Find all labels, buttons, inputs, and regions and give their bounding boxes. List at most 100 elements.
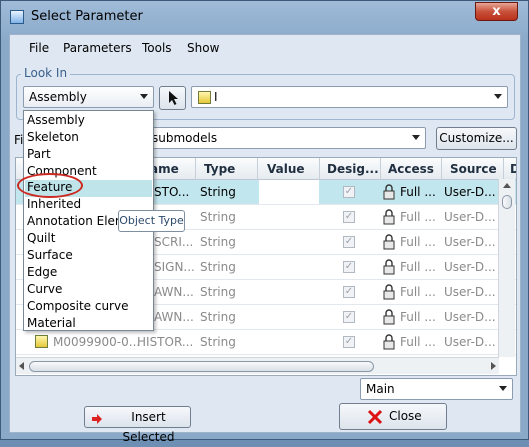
dropdown-item-quilt[interactable]: Quilt [27,231,55,245]
column-source[interactable]: Source [450,162,497,176]
vertical-scroll-thumb[interactable] [502,195,512,209]
lock-icon [383,209,395,225]
insert-arrow-icon [91,411,103,424]
window-close-button[interactable]: x [475,2,518,21]
row-type: String [200,310,236,324]
column-type[interactable]: Type [204,162,235,176]
dropdown-item-annotation-element[interactable]: Annotation Elem [27,214,127,228]
close-button[interactable]: Close [339,403,447,430]
scroll-right-icon[interactable] [491,362,496,370]
row-access: Full ... [400,310,436,324]
object-type-tooltip: Object Type [118,210,185,232]
insert-selected-label: Insert Selected [122,410,175,444]
lock-icon [383,184,395,200]
row-name: AWN... [154,310,194,324]
dropdown-item-material[interactable]: Material [27,316,76,330]
row-access: Full ... [400,235,436,249]
scroll-up-icon[interactable] [503,183,511,188]
app-icon [10,10,24,24]
designate-checkbox[interactable]: ✓ [343,311,355,323]
row-type: String [200,210,236,224]
look-in-label: Look In [21,66,71,80]
chevron-down-icon [412,135,420,140]
column-value[interactable]: Value [267,162,305,176]
designate-checkbox[interactable]: ✓ [343,286,355,298]
designate-checkbox[interactable]: ✓ [343,236,355,248]
dropdown-item-inherited[interactable]: Inherited [27,197,81,211]
dropdown-item-surface[interactable]: Surface [27,248,73,262]
row-access: Full ... [400,260,436,274]
row-source: User-D... [444,310,496,324]
view-select[interactable]: Main [360,378,513,400]
object-type-select[interactable]: Assembly [23,86,154,108]
lock-icon [383,259,395,275]
row-access: Full ... [400,210,436,224]
customize-button[interactable]: Customize... [436,127,517,150]
menu-show[interactable]: Show [187,41,219,55]
title-bar[interactable]: Select Parameter x [1,1,528,33]
row-name: AWN... [154,285,194,299]
designate-checkbox[interactable]: ✓ [343,211,355,223]
lock-icon [383,309,395,325]
row-type: HISTOR... [137,335,194,349]
filter-select[interactable]: submodels [141,127,426,149]
highlight-circle [17,173,83,198]
menu-parameters[interactable]: Parameters [63,41,132,55]
object-type-value: Assembly [29,90,87,104]
filter-value: submodels [152,131,218,145]
horizontal-scrollbar[interactable] [16,357,499,374]
chevron-down-icon [140,94,148,99]
designate-checkbox[interactable]: ✓ [343,336,355,348]
dropdown-item-composite-curve[interactable]: Composite curve [27,299,128,313]
column-name[interactable]: ame [150,162,179,176]
dropdown-item-assembly[interactable]: Assembly [27,113,85,127]
row-type: String [200,185,236,199]
row-source: User-D... [444,185,496,199]
cursor-arrow-icon [169,91,178,105]
dropdown-item-curve[interactable]: Curve [27,282,62,296]
insert-selected-button[interactable]: Insert Selected [84,406,191,444]
row-source: User-D... [444,210,496,224]
row-access: Full ... [400,285,436,299]
row-source: User-D... [444,260,496,274]
row-type: String [200,260,236,274]
part-icon [35,335,48,348]
table-row[interactable]: M0099900-0... HISTOR... String ✓ Full ..… [16,330,516,355]
lock-icon [383,334,395,350]
vertical-scrollbar[interactable] [498,179,515,357]
pick-from-model-button[interactable] [159,86,186,110]
designate-checkbox[interactable]: ✓ [343,261,355,273]
lock-icon [383,284,395,300]
view-select-value: Main [366,382,395,396]
filter-label: Fi [14,133,24,147]
close-label: Close [389,409,422,423]
row-type: String [200,285,236,299]
row-source: User-D... [444,235,496,249]
menu-tools[interactable]: Tools [142,41,172,55]
horizontal-scroll-thumb[interactable] [29,361,374,372]
close-x-icon [367,409,383,425]
row-name: M0099900-0... [53,335,141,349]
row-name: SCRI... [154,235,194,249]
look-in-path-value: I [214,90,218,104]
column-access[interactable]: Access [388,162,434,176]
select-parameter-window: Select Parameter x File Parameters Tools… [0,0,529,444]
row-name: SIGN... [154,260,195,274]
chevron-down-icon [494,94,502,99]
value-field[interactable] [259,180,319,204]
menu-file[interactable]: File [29,41,49,55]
lock-icon [383,234,395,250]
dropdown-item-part[interactable]: Part [27,147,51,161]
column-d[interactable]: D [510,162,516,176]
designate-checkbox[interactable]: ✓ [343,186,355,198]
row-name: STO... [154,185,190,199]
row-value: String [200,335,236,349]
column-designate[interactable]: Desig... [327,162,379,176]
scroll-left-icon[interactable] [19,362,24,370]
window-title: Select Parameter [31,9,143,24]
look-in-path-select[interactable]: I [191,86,508,108]
dropdown-item-edge[interactable]: Edge [27,265,57,279]
row-source: User-D... [444,335,496,349]
dropdown-item-skeleton[interactable]: Skeleton [27,130,79,144]
row-access: Full ... [400,335,436,349]
